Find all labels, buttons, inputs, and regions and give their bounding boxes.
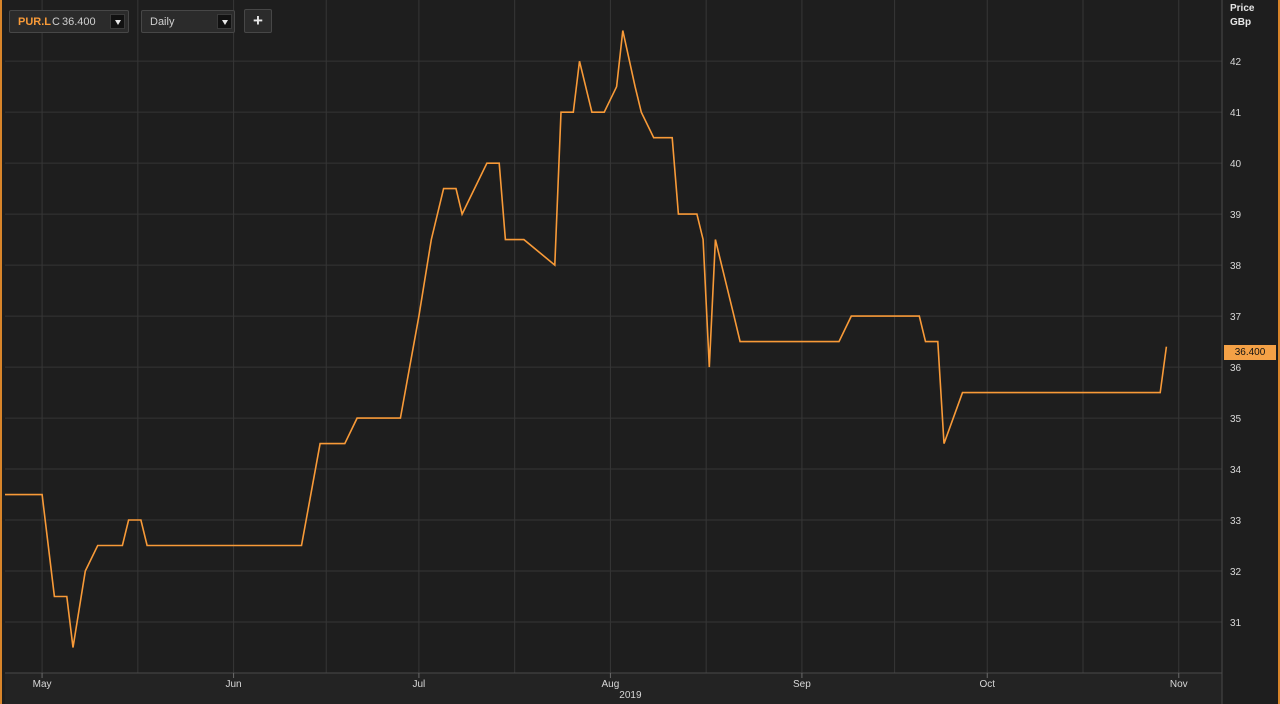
x-tick-label: May <box>33 679 52 690</box>
plot-area <box>5 0 1222 673</box>
y-tick-label: 33 <box>1230 516 1242 527</box>
x-tick-label: Sep <box>793 679 811 690</box>
close-value: 36.400 <box>62 16 96 28</box>
chevron-down-icon[interactable] <box>110 14 125 29</box>
x-tick-label: Aug <box>602 679 620 690</box>
close-prefix: C <box>52 16 60 28</box>
y-tick-label: 34 <box>1230 465 1242 476</box>
y-tick-label: 39 <box>1230 210 1242 221</box>
y-tick-label: 40 <box>1230 159 1242 170</box>
y-axis-title: Price <box>1230 3 1255 14</box>
last-price-label: 36.400 <box>1224 345 1276 360</box>
x-tick-label: Nov <box>1170 679 1188 690</box>
y-tick-label: 38 <box>1230 261 1242 272</box>
year-label: 2019 <box>619 690 642 701</box>
y-tick-label: 35 <box>1230 414 1242 425</box>
add-button[interactable]: + <box>244 9 272 33</box>
y-tick-label: 32 <box>1230 567 1242 578</box>
x-tick-label: Jun <box>226 679 242 690</box>
y-tick-label: 42 <box>1230 57 1242 68</box>
price-chart[interactable]: 31 32 33 34 35 36 37 38 39 40 41 42 May Jun Jul Aug Sep O… <box>0 0 1280 704</box>
interval-selector[interactable]: Daily <box>141 10 235 33</box>
y-tick-label: 36 <box>1230 363 1242 374</box>
instrument-selector[interactable]: PUR.L C 36.400 <box>9 10 129 33</box>
y-tick-label: 41 <box>1230 108 1242 119</box>
x-tick-label: Oct <box>979 679 995 690</box>
y-tick-label: 31 <box>1230 618 1242 629</box>
chevron-down-icon[interactable] <box>217 14 232 29</box>
y-tick-label: 37 <box>1230 312 1242 323</box>
interval-label: Daily <box>150 16 175 28</box>
x-tick-label: Jul <box>413 679 426 690</box>
y-axis-unit: GBp <box>1230 17 1252 28</box>
instrument-ric: PUR.L <box>18 16 51 28</box>
